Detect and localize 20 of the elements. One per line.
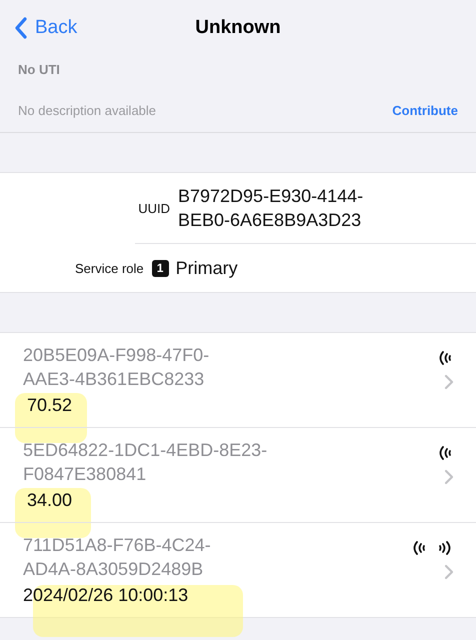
field-label: Service role <box>75 260 144 276</box>
characteristic-value: 2024/02/26 10:00:13 <box>23 584 188 607</box>
chevron-right-icon[interactable] <box>444 374 454 390</box>
chevron-left-icon <box>14 17 27 39</box>
field-label: UUID <box>137 200 170 216</box>
characteristic-uuid: 711D51A8-F76B-4C24- AD4A-8A3059D2489B <box>23 534 212 581</box>
field-value: Primary <box>176 257 238 280</box>
characteristic-uuid: 5ED64822-1DC1-4EBD-8E23- F0847E380841 <box>23 439 268 486</box>
characteristic-value: 34.00 <box>27 489 72 512</box>
chevron-right-icon[interactable] <box>444 469 454 485</box>
contribute-link[interactable]: Contribute <box>392 103 458 118</box>
page-title: Unknown <box>195 17 281 38</box>
chevron-right-icon[interactable] <box>444 564 454 580</box>
uti-label: No UTI <box>18 62 60 77</box>
description-text: No description available <box>18 103 156 118</box>
number-badge: 1 <box>152 260 169 276</box>
back-button[interactable]: Back <box>0 17 78 39</box>
characteristic-uuid: 20B5E09A-F998-47F0- AAE3-4B361EBC8233 <box>23 344 210 391</box>
characteristic-value: 70.52 <box>27 394 72 417</box>
field-value: B7972D95-E930-4144-BEB0-6A6E8B9A3D23 <box>178 185 364 232</box>
